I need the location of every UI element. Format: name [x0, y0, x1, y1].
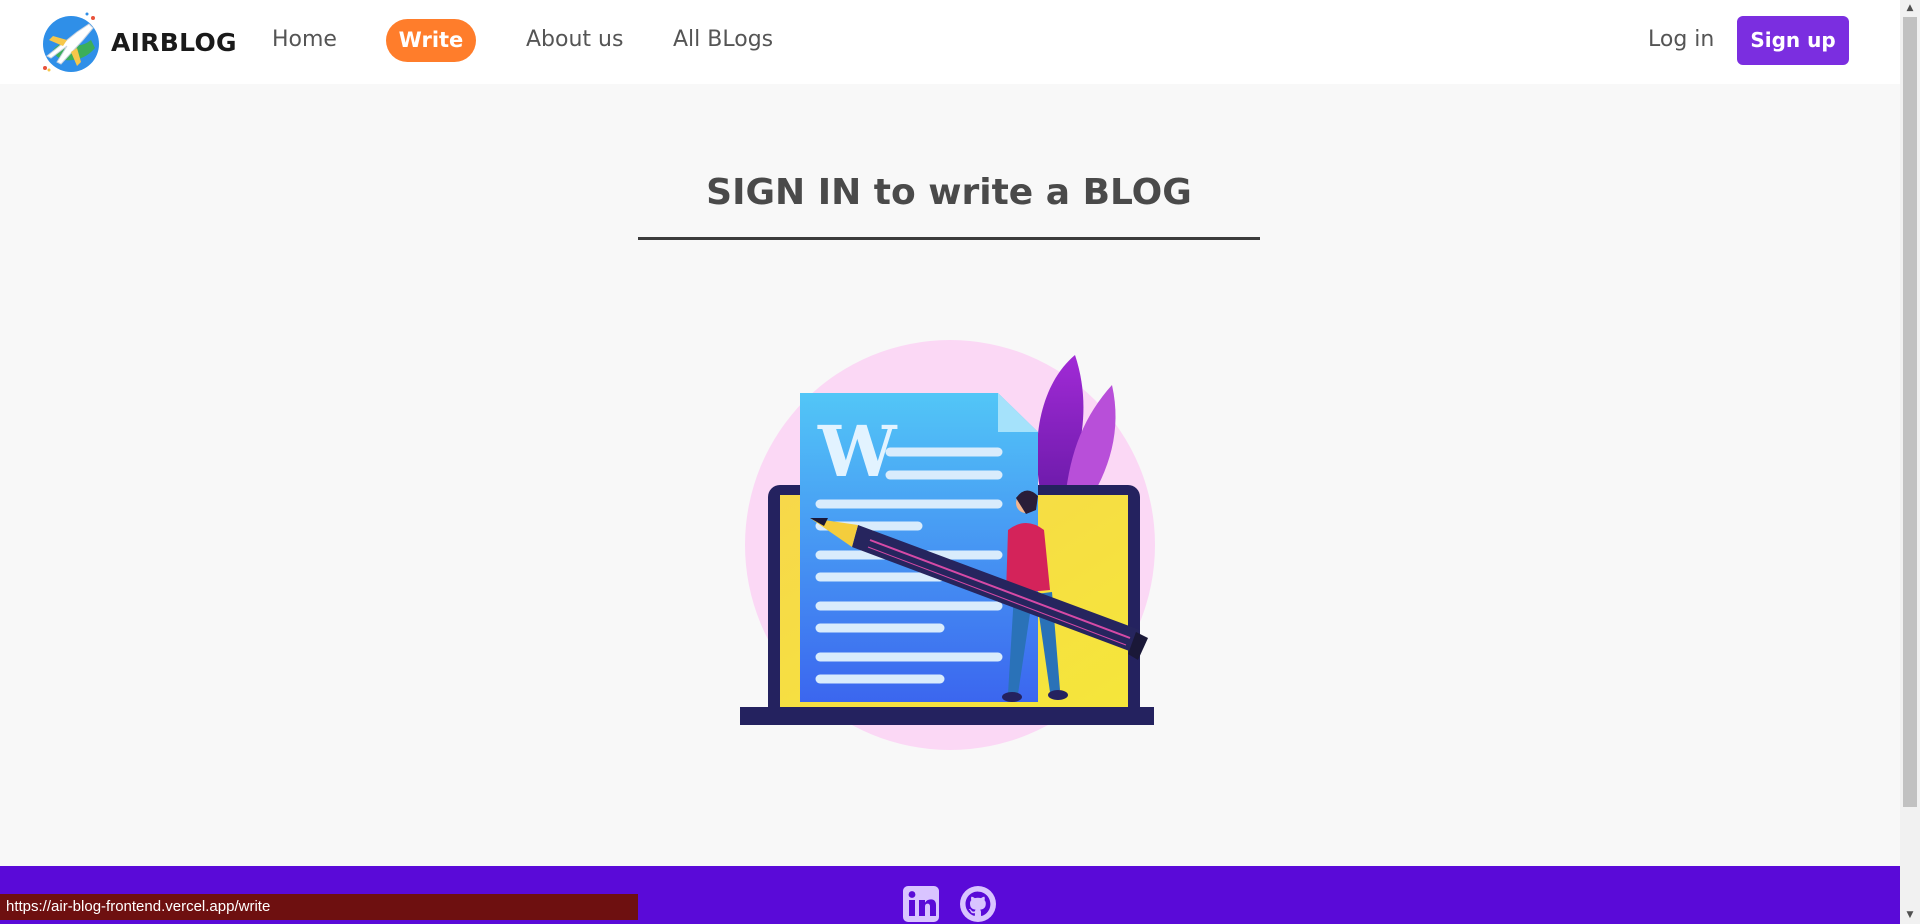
- nav-all-blogs-link[interactable]: All BLogs: [673, 24, 773, 56]
- scrollbar-thumb[interactable]: [1903, 17, 1917, 807]
- vertical-scrollbar[interactable]: ▲ ▼: [1900, 0, 1920, 924]
- login-link[interactable]: Log in: [1648, 24, 1714, 56]
- top-navbar: AIRBLOG Home Write About us All BLogs Lo…: [0, 0, 1900, 84]
- status-bar-url: https://air-blog-frontend.vercel.app/wri…: [0, 894, 638, 920]
- writing-document-illustration: W: [740, 340, 1155, 750]
- scroll-up-arrow-icon[interactable]: ▲: [1900, 0, 1920, 17]
- linkedin-icon[interactable]: [902, 885, 940, 923]
- brand[interactable]: AIRBLOG: [37, 10, 237, 74]
- github-icon[interactable]: [959, 885, 997, 923]
- airplane-globe-icon: [43, 12, 99, 72]
- heading-divider: [638, 237, 1260, 240]
- nav-home-link[interactable]: Home: [272, 24, 337, 56]
- nav-about-link[interactable]: About us: [526, 24, 623, 56]
- nav-write-button[interactable]: Write: [386, 19, 476, 62]
- brand-name: AIRBLOG: [111, 27, 237, 57]
- page-heading: SIGN IN to write a BLOG: [706, 172, 1192, 213]
- scroll-down-arrow-icon[interactable]: ▼: [1900, 907, 1920, 924]
- signup-button[interactable]: Sign up: [1737, 16, 1849, 65]
